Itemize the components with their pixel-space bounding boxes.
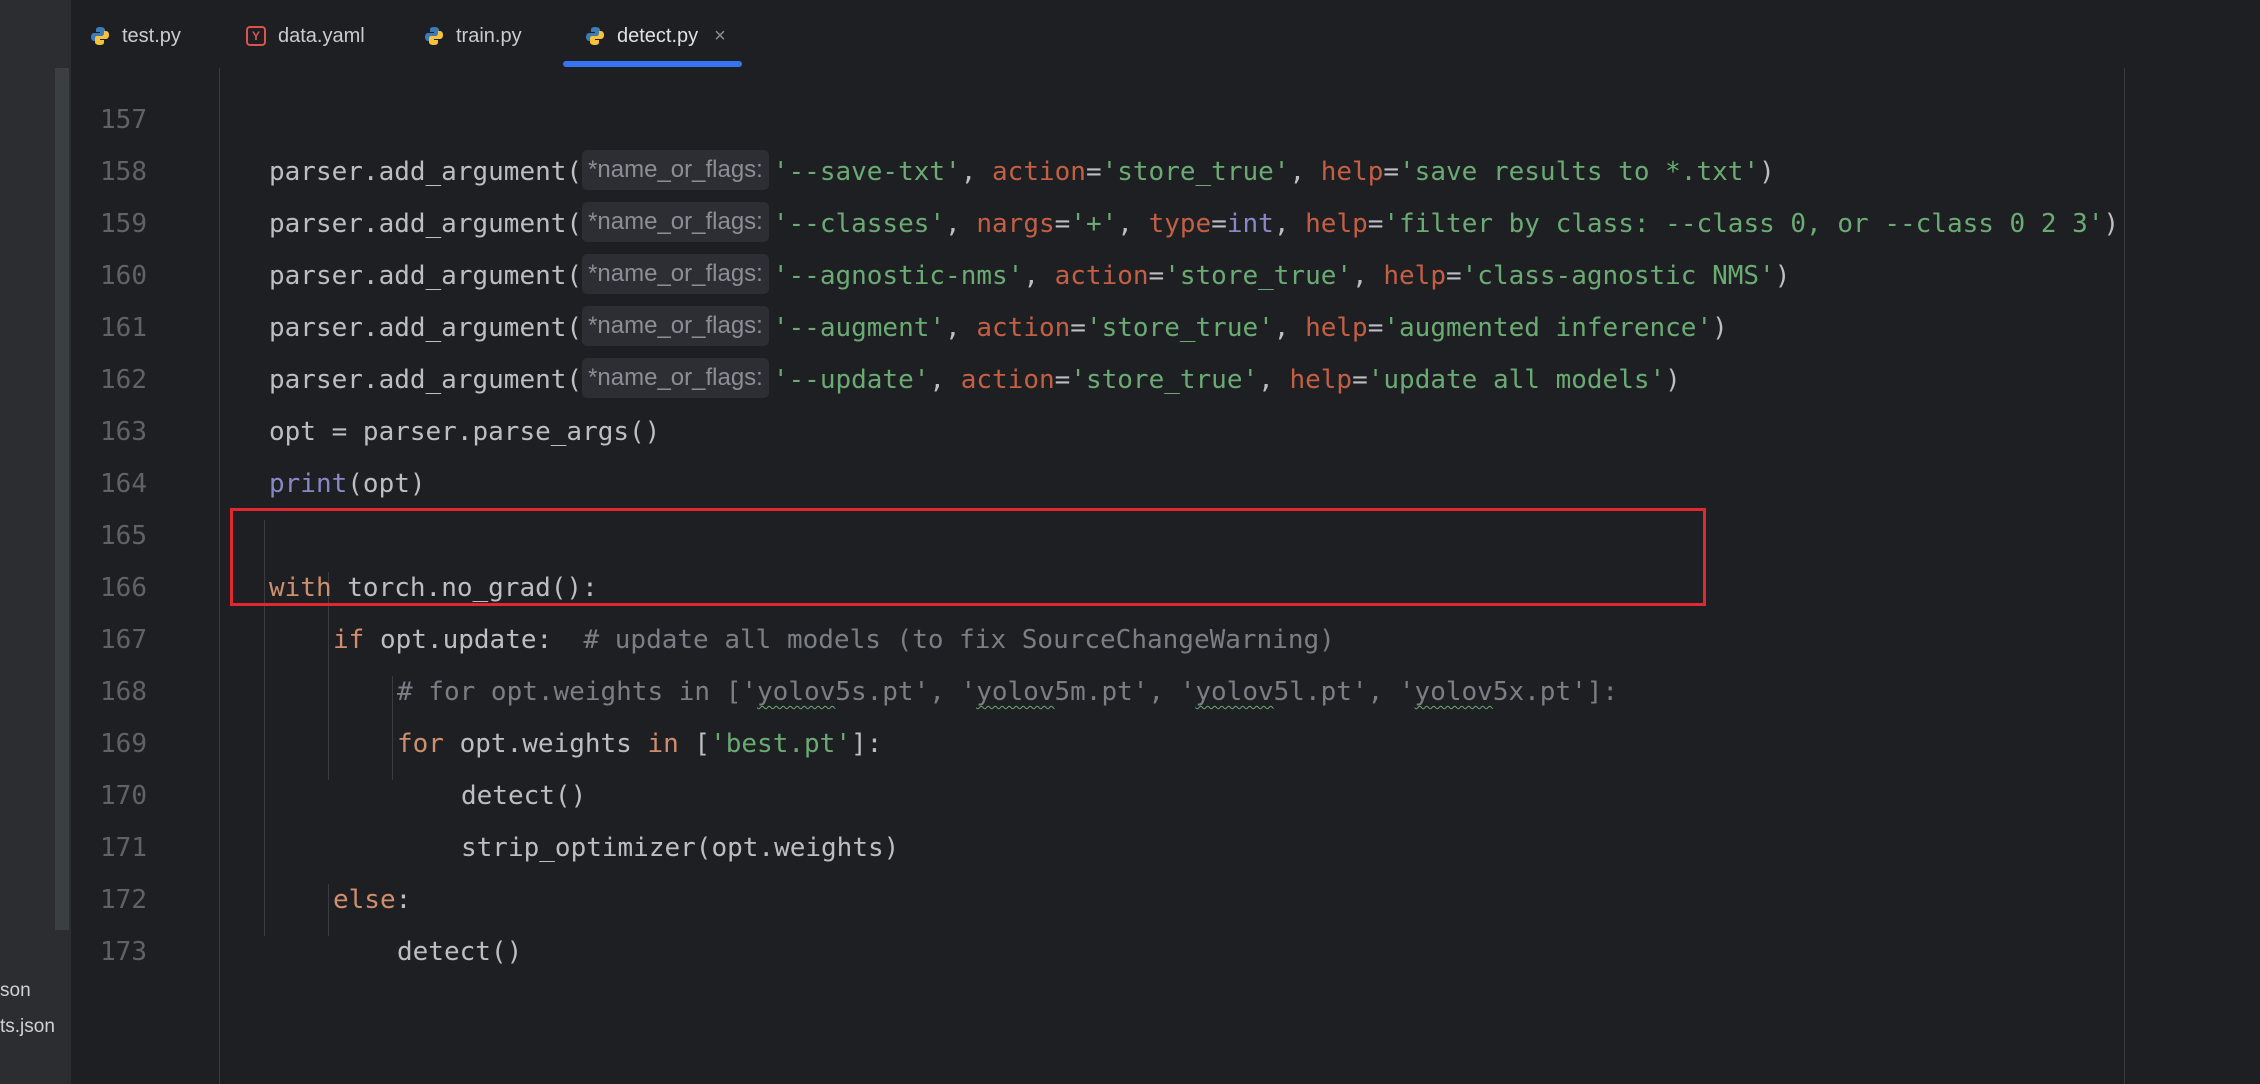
code-line-172: 172 detect() [71,822,2260,967]
code-line-162: 162 opt = parser.parse_args() [71,302,2260,447]
highlight-annotation-box [230,508,1706,606]
line-number: 173 [100,937,147,967]
active-tab-indicator [563,61,742,67]
code-line-164: 164 [71,406,2260,499]
tree-item[interactable]: ts.json [0,1016,55,1038]
code-line-161: 161 parser.add_argument(*name_or_flags: '… [71,250,2260,398]
python-icon [91,27,109,45]
tab-detect-py[interactable]: detect.py × [585,18,726,54]
code-line-170: 170 strip_optimizer(opt.weights) [71,718,2260,863]
tree-item[interactable]: son [0,980,31,1002]
code-line-171: 171 else: [71,770,2260,915]
yaml-icon: Y [246,26,266,46]
tab-label: test.py [122,24,181,47]
tab-label: train.py [456,24,522,47]
code-line-158: 158 parser.add_argument(*name_or_flags: '… [71,94,2260,242]
editor-tab-bar: test.py Y data.yaml train.py detect.py × [71,0,2260,69]
code-line-165: 165 with torch.no_grad(): [71,458,2260,603]
close-icon[interactable]: × [714,25,726,48]
code-line-159: 159 parser.add_argument(*name_or_flags: '… [71,146,2260,294]
python-icon [586,27,604,45]
code-line-169: 169 detect() [71,666,2260,811]
panel-scrollbar[interactable] [55,68,69,930]
tab-test-py[interactable]: test.py [90,18,181,54]
python-icon [425,27,443,45]
code-line-163: 163 print(opt) [71,354,2260,499]
tab-train-py[interactable]: train.py [424,18,522,54]
tab-label: data.yaml [278,24,365,47]
tab-label: detect.py [617,24,699,47]
code-line-160: 160 parser.add_argument(*name_or_flags: '… [71,198,2260,346]
code-line-157: 157 parser.add_argument(*name_or_flags: '… [71,68,2260,190]
tab-data-yaml[interactable]: Y data.yaml [246,18,365,54]
code-line-168: 168 for opt.weights in ['best.pt']: [71,614,2260,759]
code-line-173: 173 [71,874,2260,967]
